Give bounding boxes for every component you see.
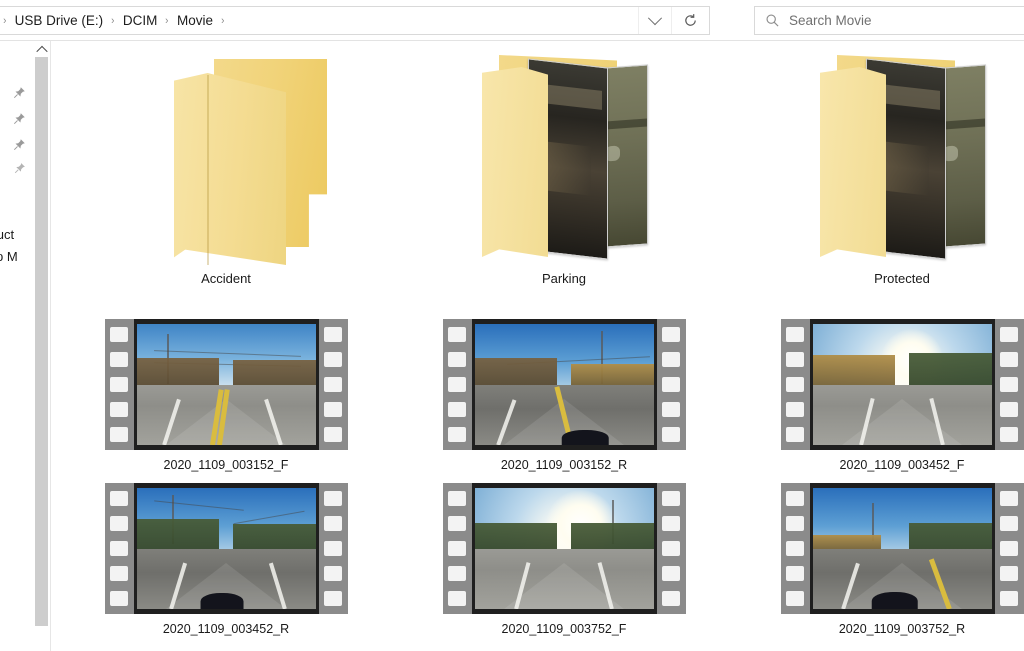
address-bar: › USB Drive (E:) › DCIM › Movie › (0, 0, 1024, 41)
video-filmstrip-icon (105, 319, 348, 450)
folder-label: Accident (57, 271, 395, 286)
filmstrip-sprockets-left (443, 483, 472, 614)
filmstrip-sprockets-right (657, 483, 686, 614)
address-path-box[interactable]: › USB Drive (E:) › DCIM › Movie › (0, 6, 710, 35)
video-frame-mat (134, 319, 319, 450)
nav-item-label: roduct (0, 227, 14, 242)
video-label: 2020_1109_003152_F (57, 458, 395, 472)
pin-icon (13, 112, 26, 125)
filmstrip-sprockets-right (995, 319, 1024, 450)
folder-item-protected[interactable]: Protected (733, 51, 1024, 286)
video-label: 2020_1109_003452_R (57, 622, 395, 636)
video-filmstrip-icon (443, 319, 686, 450)
filmstrip-sprockets-left (781, 483, 810, 614)
nav-pinned-item-2[interactable] (0, 109, 33, 130)
video-frame-mat (472, 319, 657, 450)
video-item-2[interactable]: 2020_1109_003452_F (733, 319, 1024, 472)
video-label: 2020_1109_003752_R (733, 622, 1024, 636)
breadcrumb-separator-trailing: › (219, 13, 226, 29)
nav-item-temp[interactable]: emp M (0, 246, 33, 267)
breadcrumb: › USB Drive (E:) › DCIM › Movie › (1, 7, 227, 34)
video-thumbnail (137, 324, 316, 445)
nav-item-drive-f[interactable]: (F:) (0, 511, 33, 532)
folder-preview-icon (464, 51, 664, 269)
video-frame-mat (810, 483, 995, 614)
video-thumbnail (475, 488, 654, 609)
nav-item-product[interactable]: roduct (0, 224, 33, 245)
video-filmstrip-icon (105, 483, 348, 614)
file-list-content: Accident Parking (51, 41, 1024, 651)
folder-item-parking[interactable]: Parking (395, 51, 733, 286)
filmstrip-sprockets-right (319, 319, 348, 450)
breadcrumb-separator-leading: › (1, 13, 8, 29)
chevron-down-icon (648, 11, 662, 25)
video-frame-mat (134, 483, 319, 614)
video-thumbnail (475, 324, 654, 445)
video-label: 2020_1109_003752_F (395, 622, 733, 636)
chevron-up-icon (36, 46, 47, 57)
video-item-1[interactable]: 2020_1109_003152_R (395, 319, 733, 472)
scrollbar-thumb[interactable] (35, 57, 48, 626)
nav-item-drive-other[interactable]: =:) (0, 543, 33, 564)
search-icon-wrap (755, 13, 789, 28)
folder-preview-icon (802, 51, 1002, 269)
video-item-5[interactable]: 2020_1109_003752_R (733, 483, 1024, 636)
filmstrip-sprockets-right (995, 483, 1024, 614)
video-frame-mat (472, 483, 657, 614)
filmstrip-sprockets-right (657, 319, 686, 450)
breadcrumb-item-movie[interactable]: Movie (171, 11, 219, 31)
filmstrip-sprockets-left (781, 319, 810, 450)
video-thumbnail (813, 488, 992, 609)
filmstrip-sprockets-left (443, 319, 472, 450)
video-item-4[interactable]: 2020_1109_003752_F (395, 483, 733, 636)
video-filmstrip-icon (781, 483, 1024, 614)
file-explorer-window: › USB Drive (E:) › DCIM › Movie › (0, 0, 1024, 651)
refresh-button[interactable] (671, 7, 709, 34)
nav-pinned-item-3[interactable] (0, 135, 33, 156)
filmstrip-sprockets-right (319, 483, 348, 614)
search-icon (765, 13, 780, 28)
video-item-3[interactable]: 2020_1109_003452_R (57, 483, 395, 636)
video-filmstrip-icon (443, 483, 686, 614)
navigation-pane: roduct emp M (F:) =:) (0, 41, 33, 651)
folder-label: Protected (733, 271, 1024, 286)
video-frame-mat (810, 319, 995, 450)
nav-item-label: emp M (0, 249, 18, 264)
folder-icon (126, 51, 326, 269)
search-input[interactable]: Search Movie (789, 13, 872, 28)
pin-icon (14, 162, 26, 174)
nav-pinned-item-4[interactable] (0, 159, 33, 180)
video-thumbnail (813, 324, 992, 445)
search-box[interactable]: Search Movie (754, 6, 1024, 35)
address-history-dropdown-button[interactable] (638, 7, 671, 34)
breadcrumb-separator: › (110, 13, 117, 29)
breadcrumb-item-dcim[interactable]: DCIM (117, 11, 164, 31)
breadcrumb-item-usb-drive[interactable]: USB Drive (E:) (9, 11, 110, 31)
scrollbar-up-button[interactable] (33, 43, 50, 57)
breadcrumb-separator: › (164, 13, 171, 29)
pin-icon (13, 138, 26, 151)
vertical-scrollbar[interactable] (33, 43, 50, 626)
folder-item-accident[interactable]: Accident (57, 51, 395, 286)
video-item-0[interactable]: 2020_1109_003152_F (57, 319, 395, 472)
video-filmstrip-icon (781, 319, 1024, 450)
video-thumbnail (137, 488, 316, 609)
nav-pinned-item-1[interactable] (0, 83, 33, 104)
refresh-icon (683, 13, 698, 28)
video-label: 2020_1109_003452_F (733, 458, 1024, 472)
filmstrip-sprockets-left (105, 319, 134, 450)
video-label: 2020_1109_003152_R (395, 458, 733, 472)
folder-label: Parking (395, 271, 733, 286)
pin-icon (13, 86, 26, 99)
filmstrip-sprockets-left (105, 483, 134, 614)
